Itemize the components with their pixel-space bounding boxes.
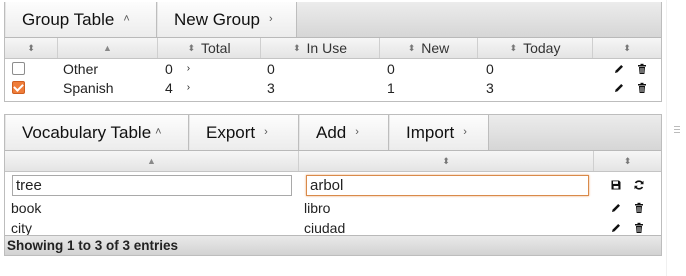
vocabulary-table-menu-button[interactable]: Vocabulary Table ˄ (5, 115, 189, 150)
group-table-label: Group Table (22, 9, 115, 29)
vocabulary-table-panel: Vocabulary Table ˄ Export › Add › Import… (4, 114, 662, 256)
sort-both-icon: ⬍ (442, 155, 450, 166)
sort-both-icon: ⬍ (623, 42, 631, 53)
pencil-icon[interactable] (609, 221, 623, 235)
refresh-icon[interactable] (632, 178, 646, 192)
translation-input[interactable] (306, 174, 589, 196)
export-button[interactable]: Export › (189, 115, 299, 150)
row-checkbox[interactable] (12, 81, 25, 94)
table-info-footer: Showing 1 to 3 of 3 entries (5, 235, 661, 255)
chevron-up-icon: ˄ (123, 12, 130, 25)
column-header-today[interactable]: ⬍ Today (478, 38, 593, 58)
add-label: Add (316, 122, 347, 142)
sort-both-icon: ⬍ (509, 42, 518, 53)
vocab-word: city (11, 220, 32, 236)
group-today: 0 (486, 60, 494, 77)
page-scrollbar[interactable] (666, 0, 686, 276)
group-in-use: 3 (267, 79, 275, 96)
vocabulary-edit-row (5, 172, 661, 198)
vocabulary-table-header: ▲ ⬍ ⬍ (5, 151, 661, 172)
pencil-icon[interactable] (609, 201, 623, 215)
group-today: 3 (486, 79, 494, 96)
chevron-right-icon[interactable]: › (187, 63, 190, 74)
sort-both-icon: ⬍ (292, 42, 301, 53)
new-group-label: New Group (174, 9, 260, 29)
column-header-today-label: Today (523, 40, 561, 56)
column-header-new[interactable]: ⬍ New (380, 38, 478, 58)
sort-both-icon: ⬍ (187, 42, 195, 53)
sort-asc-icon: ▲ (147, 156, 156, 166)
column-header-new-label: New (421, 40, 450, 56)
row-checkbox[interactable] (12, 62, 25, 75)
group-name: Other (63, 60, 99, 77)
group-in-use: 0 (267, 60, 275, 77)
vocab-translation: libro (304, 200, 331, 216)
group-table-toolbar: Group Table ˄ New Group › (5, 2, 661, 38)
column-header-actions[interactable]: ⬍ (593, 38, 661, 58)
add-button[interactable]: Add › (299, 115, 389, 150)
import-button[interactable]: Import › (389, 115, 489, 150)
chevron-right-icon: › (463, 125, 467, 138)
group-new: 0 (387, 60, 395, 77)
table-row: Spanish 4 › 3 1 3 (5, 78, 661, 97)
group-new: 1 (387, 79, 395, 96)
column-header-in-use-label: In Use (306, 40, 347, 56)
column-header-total[interactable]: ⬍ Total (158, 38, 261, 58)
new-group-button[interactable]: New Group › (157, 2, 297, 37)
word-input[interactable] (12, 174, 292, 196)
floppy-disk-icon[interactable] (609, 178, 623, 192)
chevron-right-icon[interactable]: › (187, 82, 190, 93)
trash-icon[interactable] (635, 62, 649, 76)
column-header-actions[interactable]: ⬍ (594, 151, 661, 171)
chevron-right-icon: › (264, 125, 268, 138)
column-header-name[interactable]: ▲ (58, 38, 158, 58)
sort-both-icon: ⬍ (623, 155, 632, 166)
entries-info: Showing 1 to 3 of 3 entries (7, 238, 179, 253)
trash-icon[interactable] (632, 201, 646, 215)
group-table-panel: Group Table ˄ New Group › ⬍ ▲ ⬍ Total ⬍ … (4, 2, 662, 102)
chevron-up-icon: ˄ (155, 125, 162, 138)
import-label: Import (406, 122, 455, 142)
column-header-select[interactable]: ⬍ (5, 38, 58, 58)
sort-asc-icon: ▲ (103, 43, 112, 53)
column-header-in-use[interactable]: ⬍ In Use (261, 38, 380, 58)
scrollbar-grip-icon (674, 126, 680, 135)
column-header-word[interactable]: ▲ (5, 151, 299, 171)
group-total: 4 (165, 79, 173, 96)
vocabulary-table-toolbar: Vocabulary Table ˄ Export › Add › Import… (5, 115, 661, 151)
table-row: Other 0 › 0 0 0 (5, 59, 661, 78)
group-table-header: ⬍ ▲ ⬍ Total ⬍ In Use ⬍ New ⬍ Today ⬍ (5, 38, 661, 59)
trash-icon[interactable] (632, 221, 646, 235)
group-name: Spanish (63, 79, 114, 96)
pencil-icon[interactable] (612, 62, 626, 76)
vocabulary-table-label: Vocabulary Table (22, 122, 152, 142)
vocab-word: book (11, 200, 42, 216)
sort-both-icon: ⬍ (407, 42, 416, 53)
group-total: 0 (165, 60, 173, 77)
chevron-right-icon: › (268, 12, 273, 25)
chevron-right-icon: › (355, 125, 359, 138)
vocab-translation: ciudad (304, 220, 346, 236)
table-row: book libro (5, 198, 661, 218)
export-label: Export (206, 122, 256, 142)
pencil-icon[interactable] (612, 81, 626, 95)
column-header-translation[interactable]: ⬍ (299, 151, 594, 171)
sort-both-icon: ⬍ (27, 42, 35, 53)
column-header-total-label: Total (200, 40, 231, 56)
group-table-menu-button[interactable]: Group Table ˄ (5, 2, 157, 37)
trash-icon[interactable] (635, 81, 649, 95)
